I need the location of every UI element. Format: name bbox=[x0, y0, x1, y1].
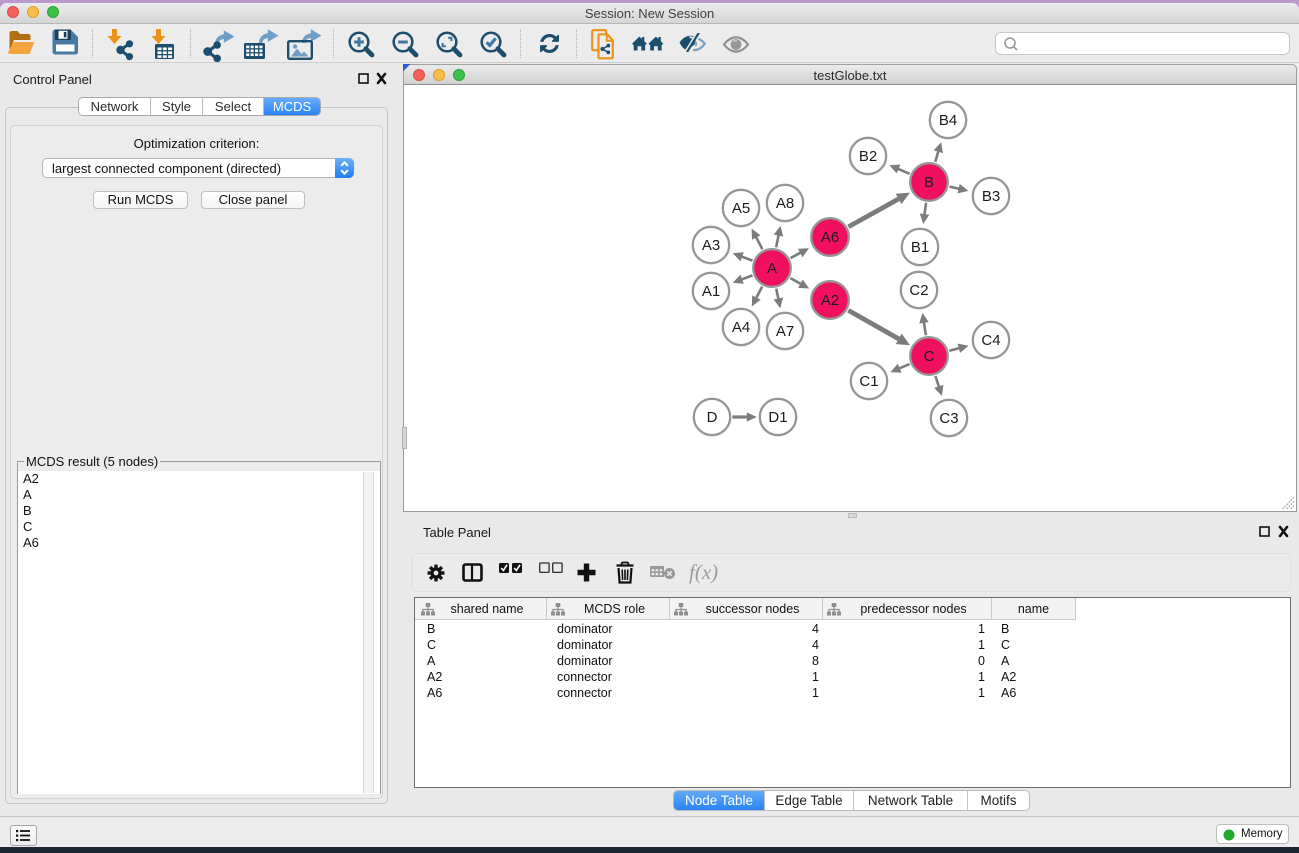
svg-text:A8: A8 bbox=[776, 195, 794, 212]
svg-text:A1: A1 bbox=[702, 283, 720, 300]
svg-text:C2: C2 bbox=[909, 282, 928, 299]
svg-text:B2: B2 bbox=[859, 148, 877, 165]
svg-text:B4: B4 bbox=[939, 112, 957, 129]
svg-text:B1: B1 bbox=[911, 239, 929, 256]
svg-text:B: B bbox=[924, 174, 934, 191]
svg-text:C1: C1 bbox=[859, 373, 878, 390]
svg-text:A7: A7 bbox=[776, 323, 794, 340]
svg-text:B3: B3 bbox=[982, 188, 1000, 205]
svg-text:C: C bbox=[924, 348, 935, 365]
svg-text:A4: A4 bbox=[732, 319, 750, 336]
svg-text:A3: A3 bbox=[702, 237, 720, 254]
svg-text:A6: A6 bbox=[821, 229, 839, 246]
svg-text:D: D bbox=[707, 409, 718, 426]
svg-text:C4: C4 bbox=[981, 332, 1000, 349]
svg-text:A: A bbox=[767, 260, 777, 277]
svg-text:A2: A2 bbox=[821, 292, 839, 309]
svg-text:C3: C3 bbox=[939, 410, 958, 427]
svg-text:A5: A5 bbox=[732, 200, 750, 217]
svg-text:D1: D1 bbox=[768, 409, 787, 426]
